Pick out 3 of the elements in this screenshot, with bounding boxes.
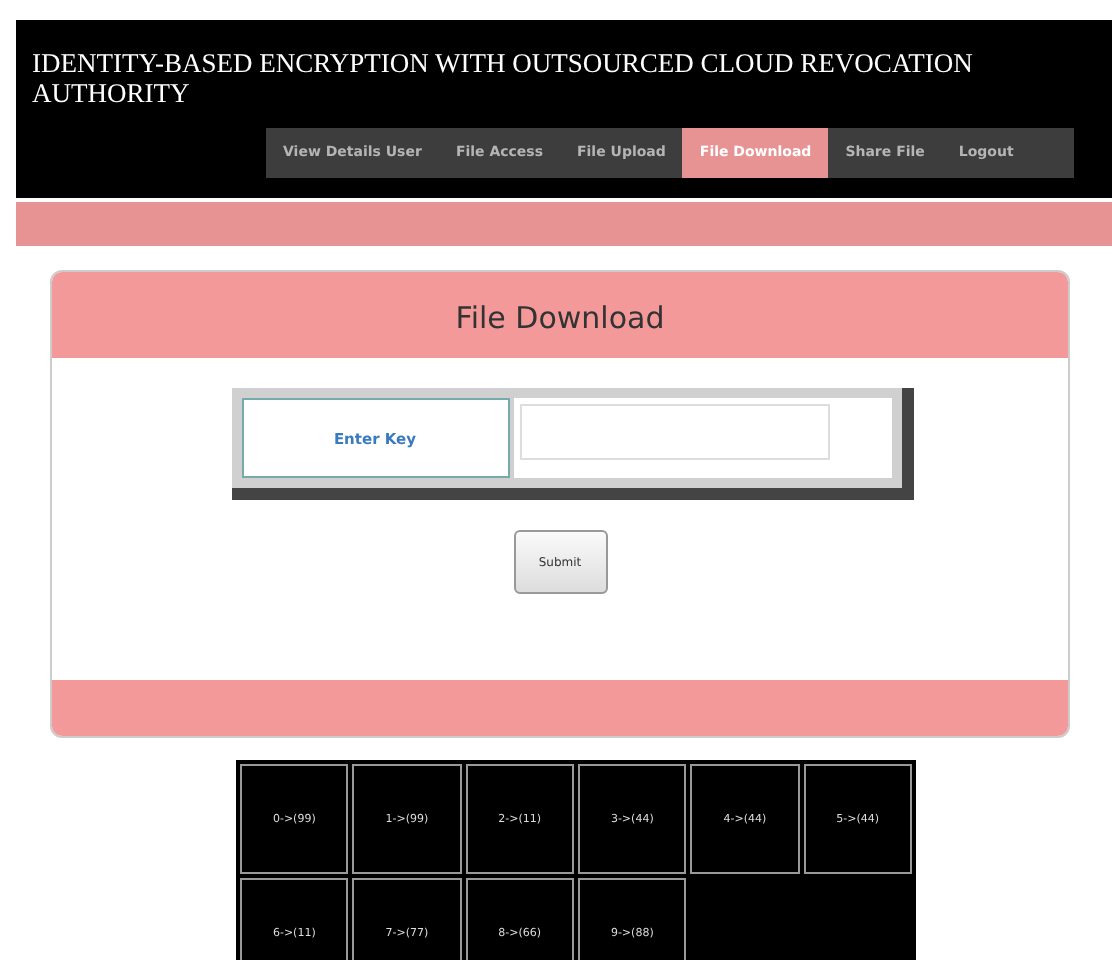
site-title: IDENTITY-BASED ENCRYPTION WITH OUTSOURCED CLOUD REVOCATION AUTHORITY [32,48,975,108]
panel-title: File Download [52,272,1068,358]
key-input-field[interactable] [519,404,829,460]
